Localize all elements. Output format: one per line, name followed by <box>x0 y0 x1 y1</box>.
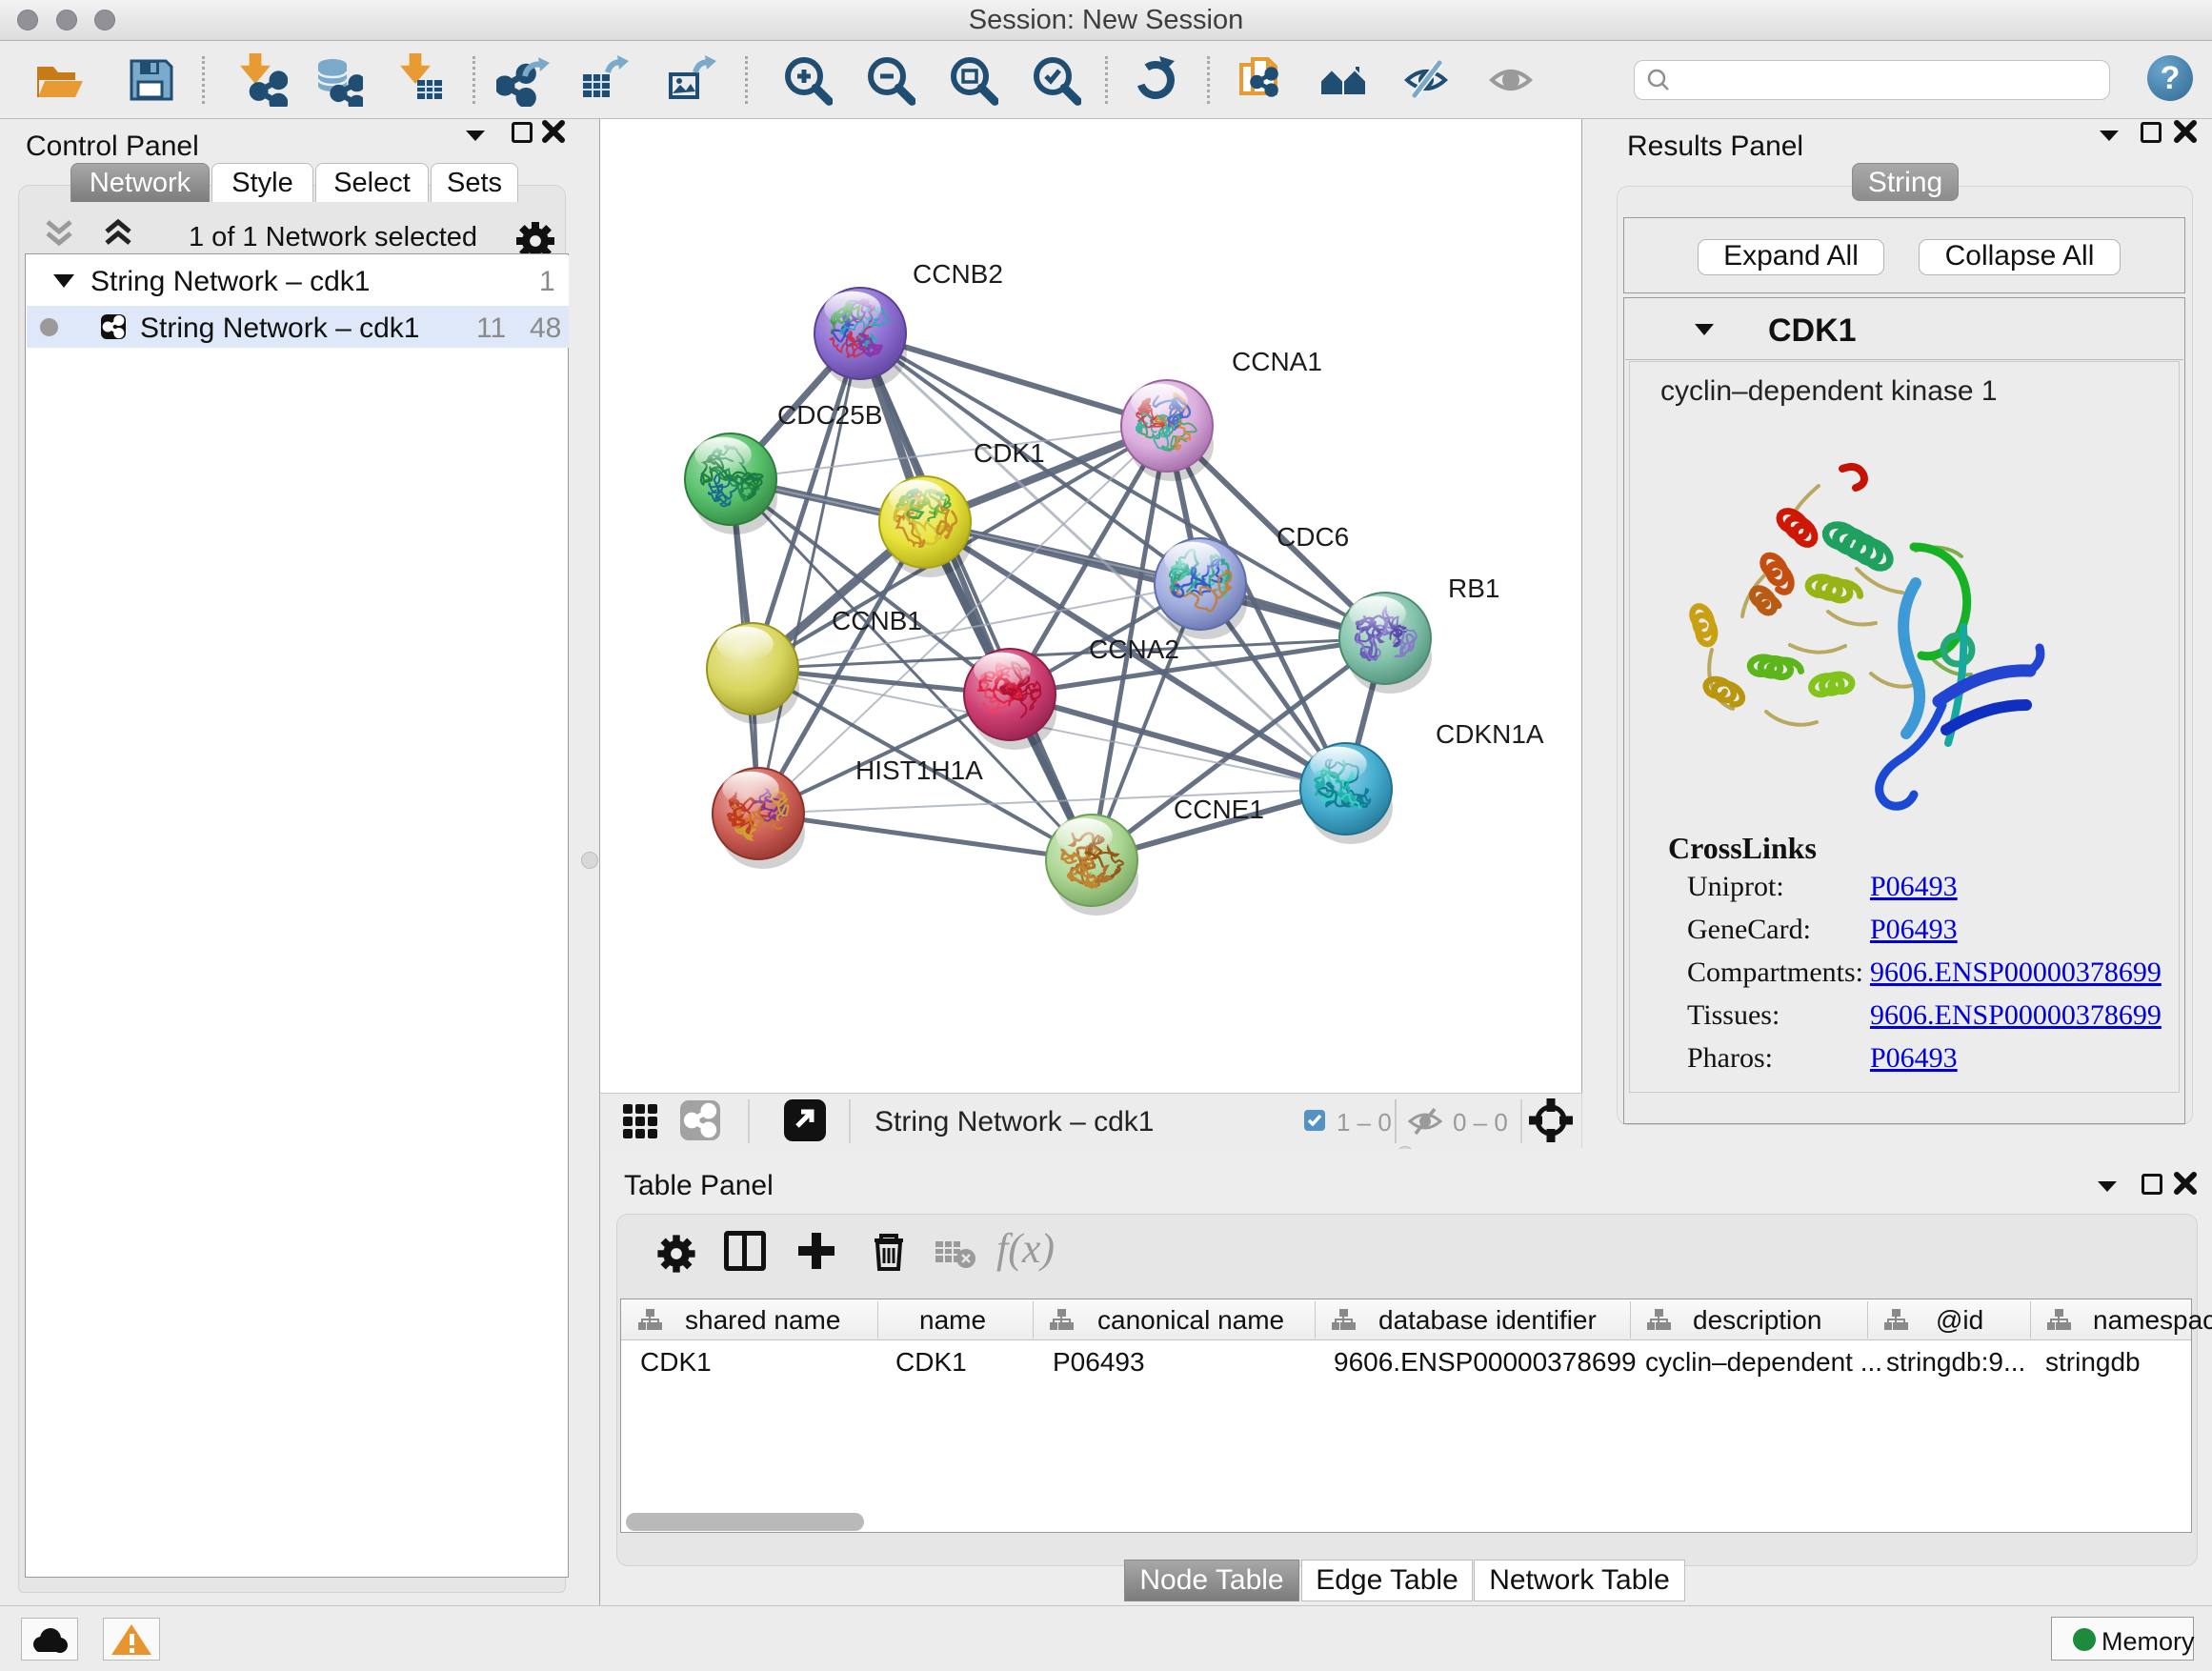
svg-text:CCNE1: CCNE1 <box>1174 795 1264 824</box>
svg-text:HIST1H1A: HIST1H1A <box>855 755 983 785</box>
svg-text:CDK1: CDK1 <box>974 438 1045 468</box>
svg-text:CDC25B: CDC25B <box>777 400 882 430</box>
svg-text:RB1: RB1 <box>1448 574 1499 603</box>
svg-text:CDKN1A: CDKN1A <box>1436 719 1544 749</box>
svg-text:CCNB2: CCNB2 <box>913 259 1003 289</box>
svg-text:CCNA1: CCNA1 <box>1232 347 1322 376</box>
svg-text:CCNB1: CCNB1 <box>832 606 922 635</box>
svg-text:CDC6: CDC6 <box>1277 522 1349 552</box>
svg-text:CCNA2: CCNA2 <box>1089 634 1179 664</box>
